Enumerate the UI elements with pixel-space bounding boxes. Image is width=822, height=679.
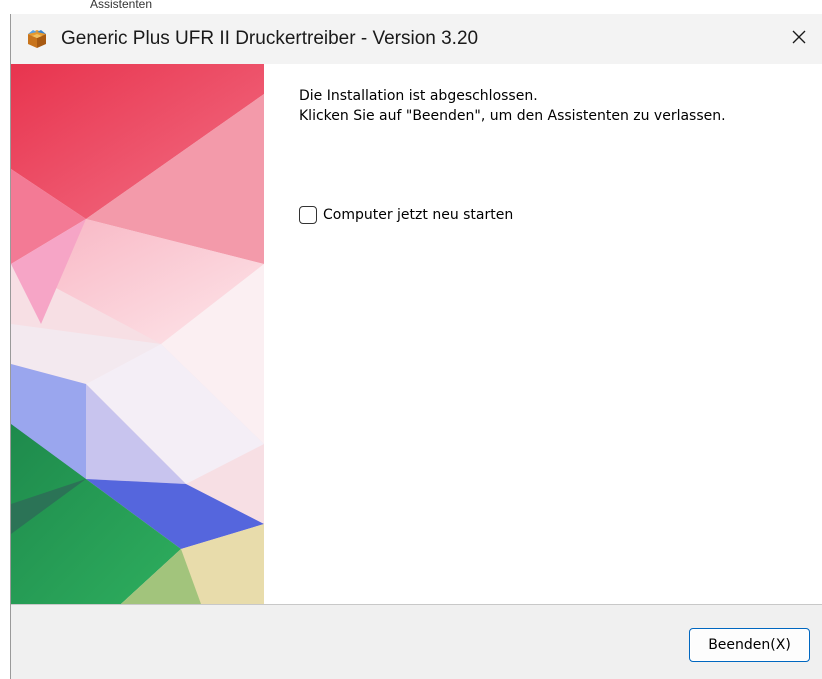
restart-checkbox[interactable]: Computer jetzt neu starten [299,206,513,224]
close-button[interactable] [776,14,822,64]
package-box-icon [25,27,49,51]
wizard-banner-image [11,64,264,604]
completion-line-1: Die Installation ist abgeschlossen. [299,88,538,104]
window-title: Generic Plus UFR II Druckertreiber - Ver… [61,28,479,49]
installer-window: Generic Plus UFR II Druckertreiber - Ver… [10,14,822,679]
restart-checkbox-label[interactable]: Computer jetzt neu starten [323,207,513,223]
restart-checkbox-box[interactable] [299,206,317,224]
finish-button[interactable]: Beenden(X) [689,628,810,662]
close-icon [791,29,807,49]
completion-message: Die Installation ist abgeschlossen. Klic… [299,86,726,126]
title-bar[interactable]: Generic Plus UFR II Druckertreiber - Ver… [11,14,822,64]
content-panel: Die Installation ist abgeschlossen. Klic… [264,64,822,604]
background-window-text: Assistenten [90,0,153,11]
completion-line-2: Klicken Sie auf "Beenden", um den Assist… [299,108,726,124]
button-bar: Beenden(X) [11,604,822,679]
